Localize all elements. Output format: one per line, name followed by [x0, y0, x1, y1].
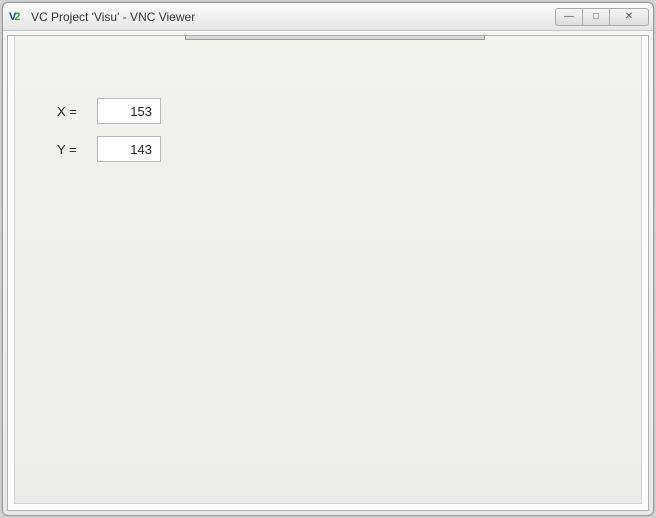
- window-frame: V2 VC Project 'Visu' - VNC Viewer — □ ✕ …: [2, 2, 654, 516]
- field-row-x: X =: [57, 98, 161, 124]
- y-input[interactable]: [97, 136, 161, 162]
- window-controls: — □ ✕: [555, 8, 649, 26]
- vnc-canvas[interactable]: X = Y =: [14, 36, 642, 504]
- close-button[interactable]: ✕: [609, 8, 649, 26]
- maximize-button[interactable]: □: [582, 8, 610, 26]
- x-label: X =: [57, 104, 97, 119]
- x-input[interactable]: [97, 98, 161, 124]
- window-title: VC Project 'Visu' - VNC Viewer: [31, 10, 555, 24]
- y-label: Y =: [57, 142, 97, 157]
- remote-top-edge: [185, 36, 485, 40]
- minimize-button[interactable]: —: [555, 8, 583, 26]
- app-icon: V2: [9, 9, 25, 25]
- client-area: X = Y =: [7, 35, 649, 511]
- titlebar[interactable]: V2 VC Project 'Visu' - VNC Viewer — □ ✕: [3, 3, 653, 31]
- field-row-y: Y =: [57, 136, 161, 162]
